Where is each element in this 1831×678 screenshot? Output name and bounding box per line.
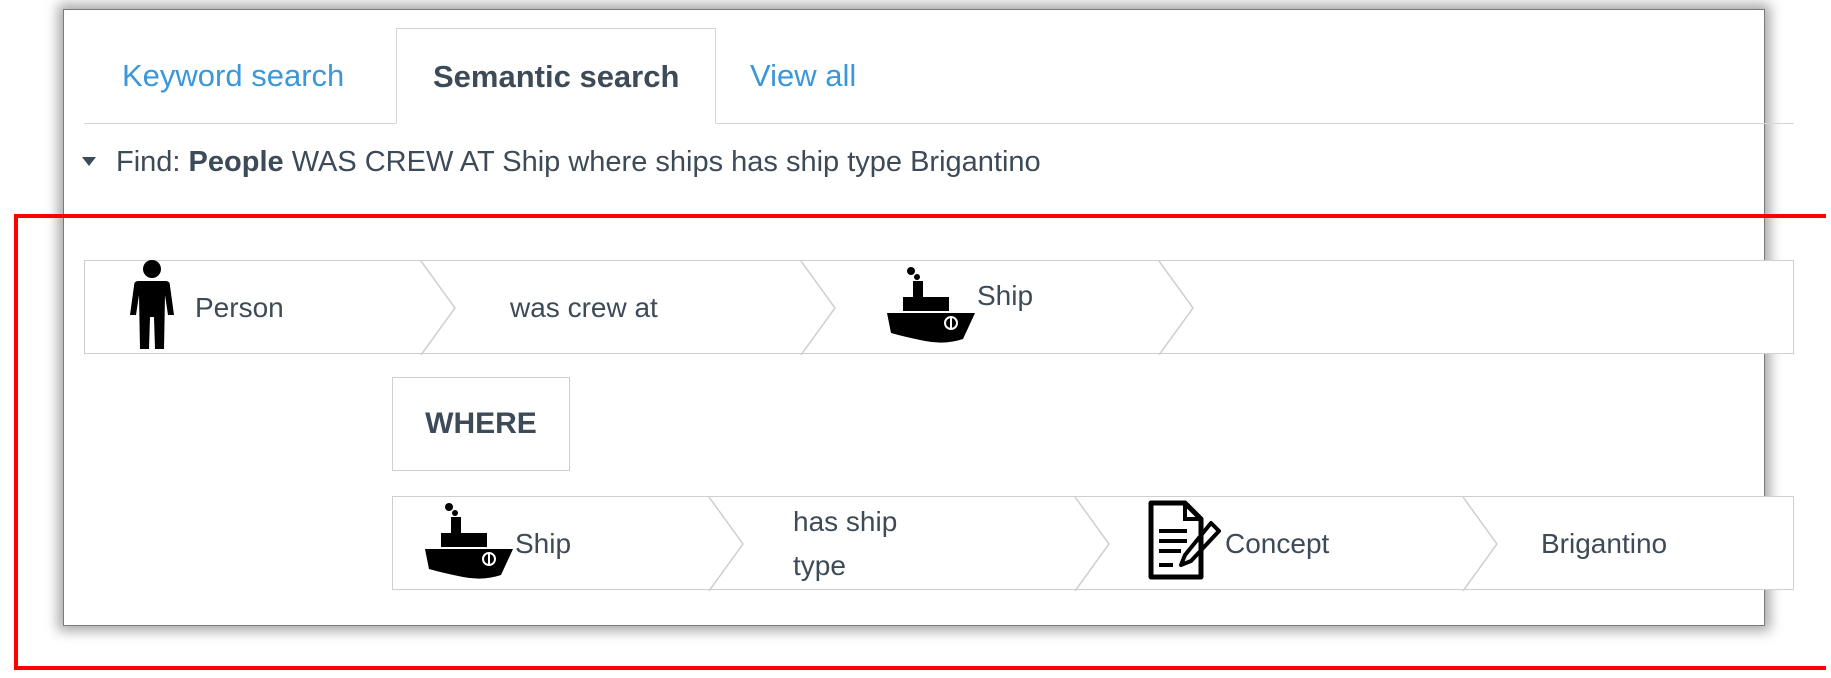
crumb-ship-label: Ship: [977, 280, 1034, 311]
crumb-person[interactable]: Person: [129, 259, 284, 358]
query-row-2: Ship has ship type Concept Brigantino: [392, 496, 1794, 591]
search-tabs: Keyword search Semantic search View all: [84, 28, 1794, 124]
summary-entity: People: [188, 146, 284, 178]
ship-icon: [885, 265, 977, 352]
crumb-person-label: Person: [195, 292, 284, 323]
caret-down-icon[interactable]: [82, 156, 96, 166]
crumb-ship-2[interactable]: Ship: [423, 497, 571, 591]
summary-prefix: Find:: [116, 146, 181, 178]
crumb-concept-label: Concept: [1225, 528, 1330, 559]
crumb-has-ship-type-label: has ship type: [793, 506, 898, 581]
tab-view-all[interactable]: View all: [750, 28, 856, 123]
crumb-brigantino[interactable]: Brigantino: [1541, 497, 1667, 591]
crumb-brigantino-label: Brigantino: [1541, 528, 1668, 559]
crumb-has-ship-type[interactable]: has ship type: [793, 497, 933, 591]
crumb-ship-2-label: Ship: [515, 528, 572, 559]
document-icon: [1145, 497, 1221, 592]
crumb-relation-label: was crew at: [510, 292, 658, 323]
tab-semantic-search[interactable]: Semantic search: [396, 28, 717, 124]
query-summary[interactable]: Find: People WAS CREW AT Ship where ship…: [82, 146, 1041, 179]
query-row-1: Person was crew at Ship: [84, 259, 1794, 358]
crumb-concept[interactable]: Concept: [1145, 497, 1329, 591]
tab-keyword-search[interactable]: Keyword search: [122, 28, 344, 123]
crumb-ship[interactable]: Ship: [885, 261, 1033, 355]
ship-icon: [423, 501, 515, 588]
where-label: WHERE: [392, 377, 570, 471]
summary-rest: WAS CREW AT Ship where ships has ship ty…: [291, 146, 1041, 178]
crumb-relation[interactable]: was crew at: [510, 261, 658, 355]
person-icon: [129, 259, 175, 358]
